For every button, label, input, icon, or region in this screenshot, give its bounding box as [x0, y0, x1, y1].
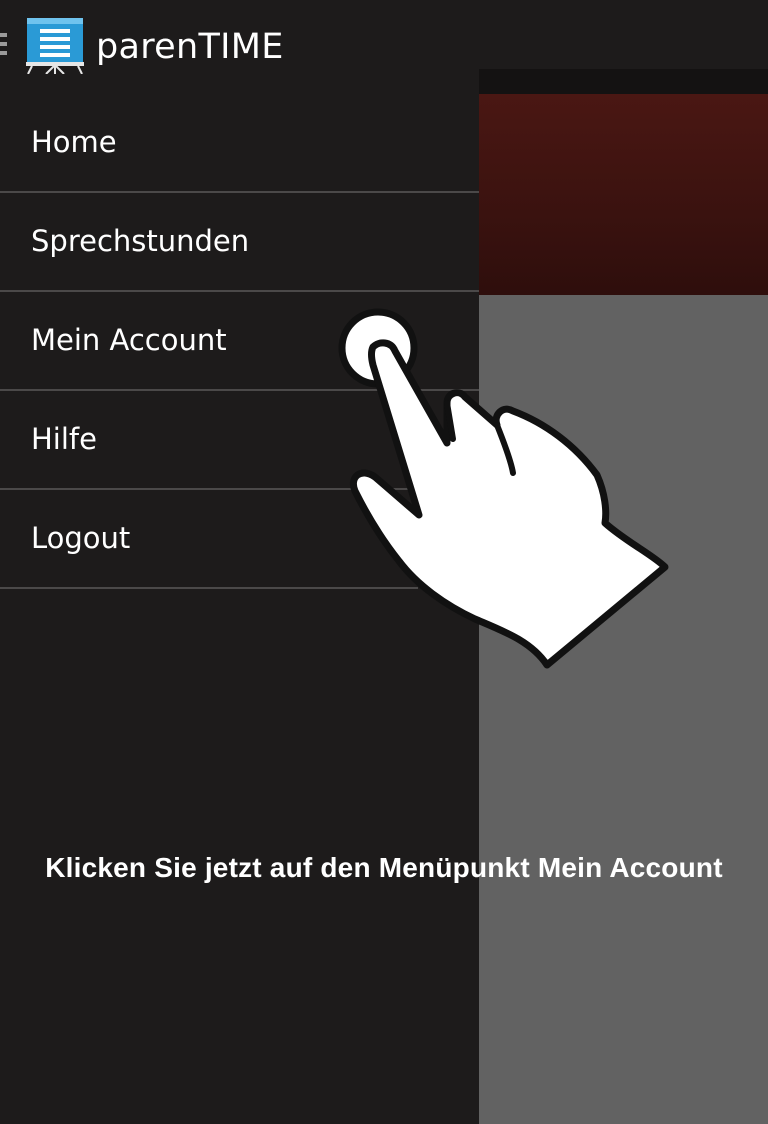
nav-item-label: Mein Account: [31, 323, 227, 357]
screen: parenTIME Home Sprechstunden Mein Accoun…: [0, 0, 768, 1124]
nav-item-label: Hilfe: [31, 422, 97, 456]
content-top-strip: [479, 69, 768, 94]
nav-item-label: Logout: [31, 521, 131, 555]
nav-item-logout[interactable]: Logout: [0, 490, 418, 589]
nav-item-sprechstunden[interactable]: Sprechstunden: [0, 193, 479, 292]
tutorial-instruction: Klicken Sie jetzt auf den Menüpunkt Mein…: [45, 852, 723, 883]
nav-item-label: Sprechstunden: [31, 224, 250, 258]
action-bar: parenTIME: [0, 0, 768, 75]
content-banner: [479, 94, 768, 295]
nav-item-hilfe[interactable]: Hilfe: [0, 391, 479, 490]
nav-list: Home Sprechstunden Mein Account Hilfe Lo…: [0, 94, 479, 589]
presentation-board-icon[interactable]: [26, 14, 86, 75]
app-title: parenTIME: [96, 27, 284, 67]
main-content: [479, 0, 768, 1124]
nav-item-mein-account[interactable]: Mein Account: [0, 292, 479, 391]
nav-item-label: Home: [31, 125, 117, 159]
drawer-toggle-icon[interactable]: [0, 33, 8, 63]
navigation-drawer: Home Sprechstunden Mein Account Hilfe Lo…: [0, 94, 479, 1124]
nav-item-home[interactable]: Home: [0, 94, 479, 193]
